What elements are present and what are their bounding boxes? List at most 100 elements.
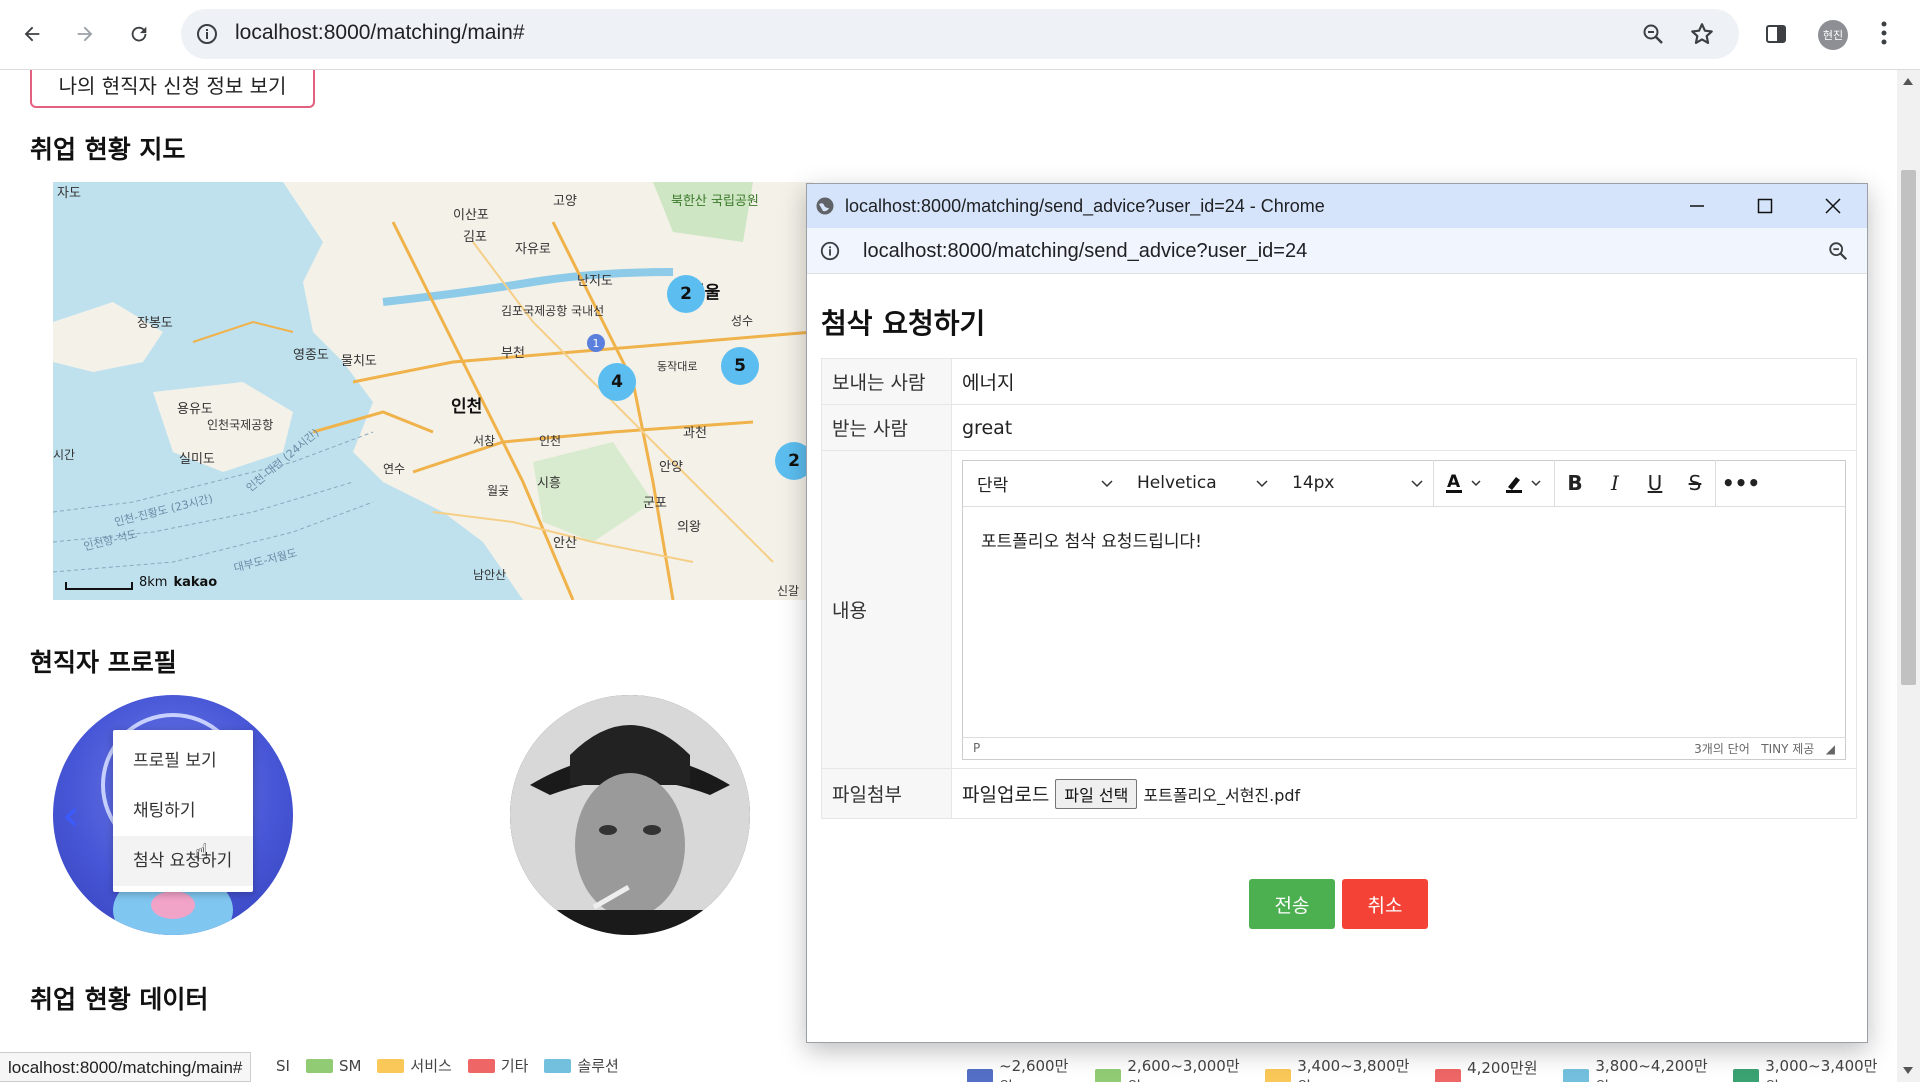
- popup-address-bar[interactable]: localhost:8000/matching/send_advice?user…: [807, 228, 1867, 274]
- strikethrough-icon[interactable]: S: [1675, 460, 1715, 506]
- text-color-icon[interactable]: A: [1434, 460, 1494, 506]
- address-url[interactable]: localhost:8000/matching/main#: [235, 21, 525, 45]
- map-cluster-marker[interactable]: 5: [710, 336, 770, 396]
- maximize-icon[interactable]: [1731, 184, 1799, 228]
- editor-statusbar: P 3개의 단어 TINY 제공 ◢: [963, 736, 1845, 759]
- reload-icon[interactable]: [121, 16, 157, 52]
- profile-photo: [510, 695, 750, 935]
- site-info-icon[interactable]: [195, 22, 219, 50]
- map-label: 서창: [473, 434, 496, 448]
- zoom-icon[interactable]: [1827, 240, 1849, 266]
- legend-item[interactable]: 3,400~3,800만원: [1265, 1055, 1419, 1082]
- bookmark-star-icon[interactable]: [1689, 21, 1715, 51]
- legend-swatch: [377, 1058, 405, 1073]
- minimize-icon[interactable]: [1663, 184, 1731, 228]
- menu-request-review[interactable]: 첨삭 요청하기: [113, 836, 253, 886]
- map-background: [53, 182, 813, 600]
- powered-by[interactable]: TINY 제공: [1761, 742, 1814, 756]
- scrollbar-thumb[interactable]: [1901, 170, 1916, 685]
- chevron-down-icon: [1101, 473, 1113, 493]
- legend-label: SM: [338, 1056, 362, 1075]
- legend-label: 3,800~4,200만원: [1595, 1057, 1708, 1082]
- menu-chat[interactable]: 채팅하기: [113, 786, 253, 836]
- legend-swatch: [1265, 1069, 1292, 1082]
- legend-item[interactable]: 4,200만원~: [1435, 1057, 1547, 1082]
- sender-value: 에너지: [951, 358, 1857, 405]
- more-options-icon[interactable]: •••: [1716, 460, 1766, 506]
- page-scrollbar[interactable]: [1897, 70, 1920, 1082]
- industry-legend: SI SM 서비스 기타 솔루션: [276, 1055, 629, 1076]
- map-label: 용유도: [177, 402, 213, 417]
- zoom-icon[interactable]: [1641, 22, 1665, 50]
- map-label: 영종도: [293, 348, 329, 363]
- legend-item[interactable]: 3,000~3,400만원: [1733, 1055, 1887, 1082]
- map-cluster-marker[interactable]: 4: [587, 352, 647, 412]
- menu-view-profile[interactable]: 프로필 보기: [113, 736, 253, 786]
- map-cluster-marker[interactable]: 2: [656, 264, 716, 324]
- italic-icon[interactable]: I: [1595, 460, 1635, 506]
- send-button[interactable]: 전송: [1249, 879, 1335, 929]
- map-label: 고양: [553, 194, 577, 209]
- editor-status-right: 3개의 단어 TINY 제공 ◢: [1694, 740, 1835, 757]
- profile-context-menu: 프로필 보기 채팅하기 첨삭 요청하기: [113, 730, 253, 892]
- map-label: 안양: [659, 460, 683, 475]
- content-row: 내용 단락 Helvetica 14px A B I U S ••• 포트폴리오…: [821, 450, 1857, 769]
- choose-file-button[interactable]: 파일 선택: [1055, 778, 1138, 809]
- popup-content: 첨삭 요청하기 보내는 사람 에너지 받는 사람 great 내용 단락 Hel…: [807, 274, 1867, 1042]
- advice-popup-window: localhost:8000/matching/send_advice?user…: [806, 183, 1868, 1043]
- map-label: 장봉도: [137, 316, 173, 331]
- block-format-select[interactable]: 단락: [963, 460, 1123, 506]
- map-label: 실미도: [179, 452, 215, 467]
- highlight-color-icon[interactable]: [1494, 460, 1554, 506]
- resize-handle-icon[interactable]: ◢: [1826, 742, 1835, 756]
- menu-kebab-icon[interactable]: [1878, 18, 1890, 52]
- legend-swatch: [1733, 1069, 1760, 1082]
- profile-image-2[interactable]: [510, 695, 750, 935]
- legend-item[interactable]: 2,600~3,000만원: [1095, 1055, 1249, 1082]
- employment-map[interactable]: 자도 고양 북한산 국립공원 이산포 김포 자유로 난지도 서울 김포국제공항 …: [53, 182, 813, 600]
- font-family-value: Helvetica: [1137, 473, 1217, 493]
- my-application-info-button[interactable]: 나의 현직자 신청 정보 보기: [30, 70, 315, 108]
- map-label: 신갈: [777, 584, 800, 598]
- map-label: 김포: [463, 230, 487, 245]
- legend-label: 솔루션: [577, 1057, 619, 1075]
- legend-item[interactable]: 솔루션: [544, 1055, 619, 1076]
- legend-item[interactable]: SI: [276, 1057, 290, 1075]
- font-family-select[interactable]: Helvetica: [1123, 460, 1278, 506]
- profile-section-title: 현직자 프로필: [30, 648, 177, 677]
- scroll-up-arrow-icon[interactable]: [1903, 78, 1913, 85]
- legend-item[interactable]: SM: [305, 1056, 362, 1075]
- address-bar[interactable]: localhost:8000/matching/main#: [181, 9, 1739, 59]
- legend-swatch: [305, 1058, 333, 1073]
- underline-icon[interactable]: U: [1635, 460, 1675, 506]
- cancel-button[interactable]: 취소: [1342, 879, 1428, 929]
- font-size-select[interactable]: 14px: [1278, 460, 1433, 506]
- sender-row: 보내는 사람 에너지: [821, 358, 1857, 405]
- map-label: 시간: [53, 448, 76, 462]
- side-panel-icon[interactable]: [1764, 22, 1788, 50]
- bold-icon[interactable]: B: [1555, 460, 1595, 506]
- svg-text:A: A: [1447, 472, 1461, 492]
- legend-item[interactable]: 서비스: [377, 1055, 452, 1076]
- content-cell: 단락 Helvetica 14px A B I U S ••• 포트폴리오 첨삭…: [951, 450, 1857, 769]
- map-label: 물치도: [341, 354, 377, 369]
- profile-avatar[interactable]: 현진: [1818, 20, 1848, 50]
- forward-icon[interactable]: [67, 16, 103, 52]
- legend-item[interactable]: 기타: [467, 1055, 528, 1076]
- editor-body[interactable]: 포트폴리오 첨삭 요청드립니다!: [963, 507, 1845, 739]
- legend-label: 3,400~3,800만원: [1297, 1057, 1410, 1082]
- back-icon[interactable]: [14, 16, 50, 52]
- map-label: 의왕: [677, 520, 701, 535]
- close-icon[interactable]: [1799, 184, 1867, 228]
- legend-item[interactable]: ~2,600만원: [967, 1055, 1079, 1082]
- scroll-down-arrow-icon[interactable]: [1903, 1067, 1913, 1074]
- map-label: 김포국제공항 국내선: [501, 304, 605, 318]
- popup-titlebar[interactable]: localhost:8000/matching/send_advice?user…: [807, 184, 1867, 228]
- legend-item[interactable]: 3,800~4,200만원: [1563, 1055, 1717, 1082]
- salary-legend: ~2,600만원 2,600~3,000만원 3,400~3,800만원 4,2…: [967, 1055, 1897, 1082]
- map-label: 이산포: [453, 208, 489, 223]
- map-label: 시흥: [537, 476, 561, 491]
- site-info-icon[interactable]: [819, 240, 841, 266]
- map-label: 남안산: [473, 568, 507, 582]
- carousel-prev-arrow[interactable]: ‹: [62, 790, 80, 841]
